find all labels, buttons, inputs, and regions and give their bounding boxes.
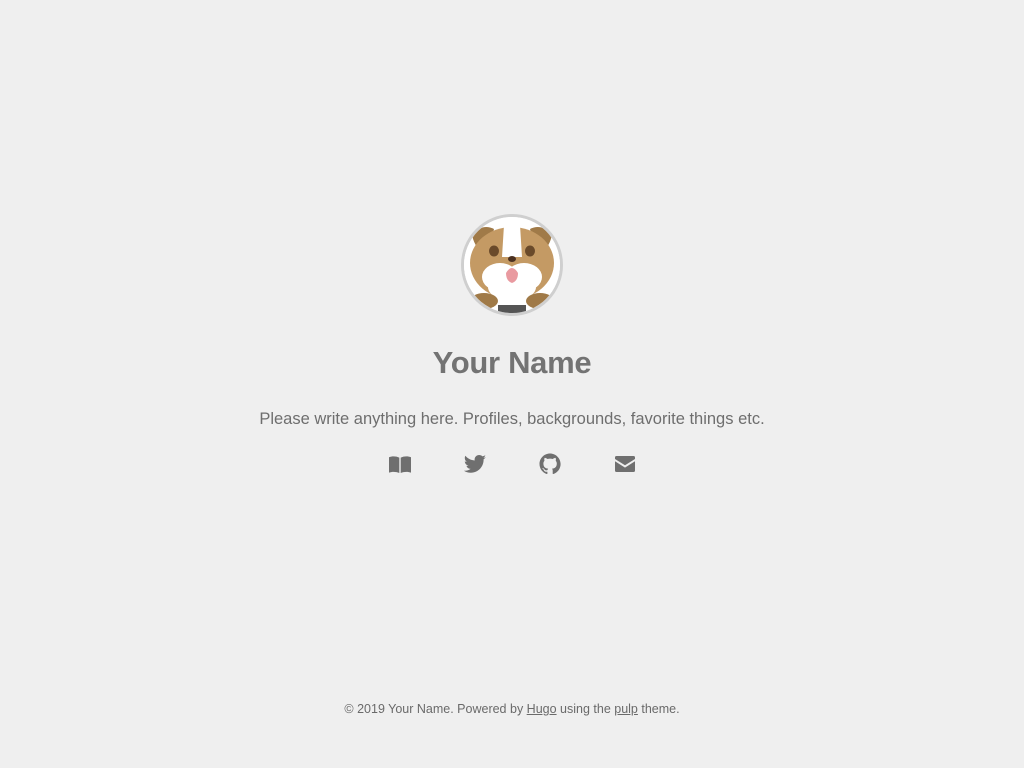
book-icon [388,456,411,473]
hugo-link[interactable]: Hugo [527,702,557,716]
envelope-icon [614,456,635,472]
pulp-theme-link[interactable]: pulp [614,702,638,716]
page: Your Name Please write anything here. Pr… [0,0,1024,768]
profile-name: Your Name [432,345,592,380]
twitter-icon [463,455,486,473]
footer: © 2019 Your Name. Powered by Hugo using … [0,701,1024,717]
avatar [461,214,563,316]
bulldog-avatar-icon [464,217,560,313]
github-link[interactable] [538,452,562,476]
social-links [388,452,637,476]
book-link[interactable] [388,452,412,476]
profile-bio: Please write anything here. Profiles, ba… [259,410,765,428]
email-link[interactable] [613,452,637,476]
footer-copyright: © 2019 Your Name. Powered by [344,702,527,716]
footer-middle-text: using the [556,702,615,716]
profile-section: Your Name Please write anything here. Pr… [0,214,1024,476]
twitter-link[interactable] [463,452,487,476]
github-icon [539,453,561,475]
footer-suffix-text: theme. [637,702,680,716]
